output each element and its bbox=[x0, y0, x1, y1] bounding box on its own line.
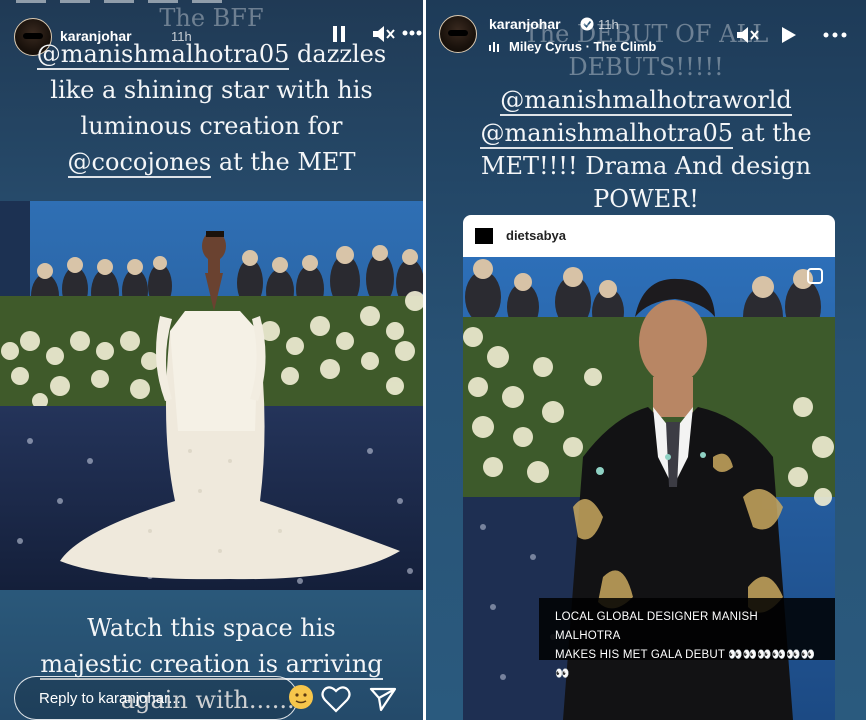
story-left[interactable]: karanjohar 11h The BFF @manishmalhotra05… bbox=[0, 0, 423, 720]
caption-text: at the bbox=[733, 119, 812, 147]
emoji-icon[interactable] bbox=[288, 684, 314, 710]
overlay-line: LOCAL GLOBAL DESIGNER MANISH MALHOTRA bbox=[555, 611, 758, 642]
mention-link[interactable]: @cocojones bbox=[67, 148, 212, 178]
heart-icon[interactable] bbox=[321, 685, 351, 713]
post-header: dietsabya bbox=[463, 215, 835, 257]
story-photo bbox=[0, 201, 423, 590]
send-icon[interactable] bbox=[369, 686, 397, 712]
caption-text: dazzles bbox=[289, 40, 387, 68]
post-username[interactable]: dietsabya bbox=[506, 228, 566, 243]
caption-text: luminous creation for bbox=[80, 112, 343, 140]
overlay-line: MAKES HIS MET GALA DEBUT 👀👀👀👀👀👀👀 bbox=[555, 649, 816, 680]
caption-ghost: The DEBUT OF ALL bbox=[523, 20, 769, 48]
post-logo bbox=[475, 228, 493, 244]
reply-placeholder: Reply to karanjohar... bbox=[39, 690, 181, 707]
caption: The DEBUT OF ALL DEBUTS!!!!! @manishmalh… bbox=[426, 18, 866, 216]
caption-ghost: The BFF bbox=[159, 4, 264, 32]
mention-link[interactable]: @manishmalhotra05 bbox=[36, 40, 290, 70]
post-overlay-text: LOCAL GLOBAL DESIGNER MANISH MALHOTRA MA… bbox=[539, 598, 835, 680]
caption-ghost: DEBUTS!!!!! bbox=[568, 53, 724, 81]
caption-text: MET!!!! Drama And design bbox=[480, 152, 812, 180]
caption-top: The BFF @manishmalhotra05 dazzles like a… bbox=[0, 0, 423, 180]
caption-text: at the MET bbox=[211, 148, 356, 176]
mention-link[interactable]: @manishmalhotra05 bbox=[480, 119, 734, 149]
reply-input[interactable]: Reply to karanjohar... bbox=[14, 676, 298, 720]
caption-text: like a shining star with his bbox=[50, 76, 373, 104]
mention-link[interactable]: @manishmalhotraworld bbox=[500, 86, 792, 116]
caption-text: POWER! bbox=[593, 185, 699, 213]
caption-text: Watch this space his bbox=[87, 614, 336, 642]
